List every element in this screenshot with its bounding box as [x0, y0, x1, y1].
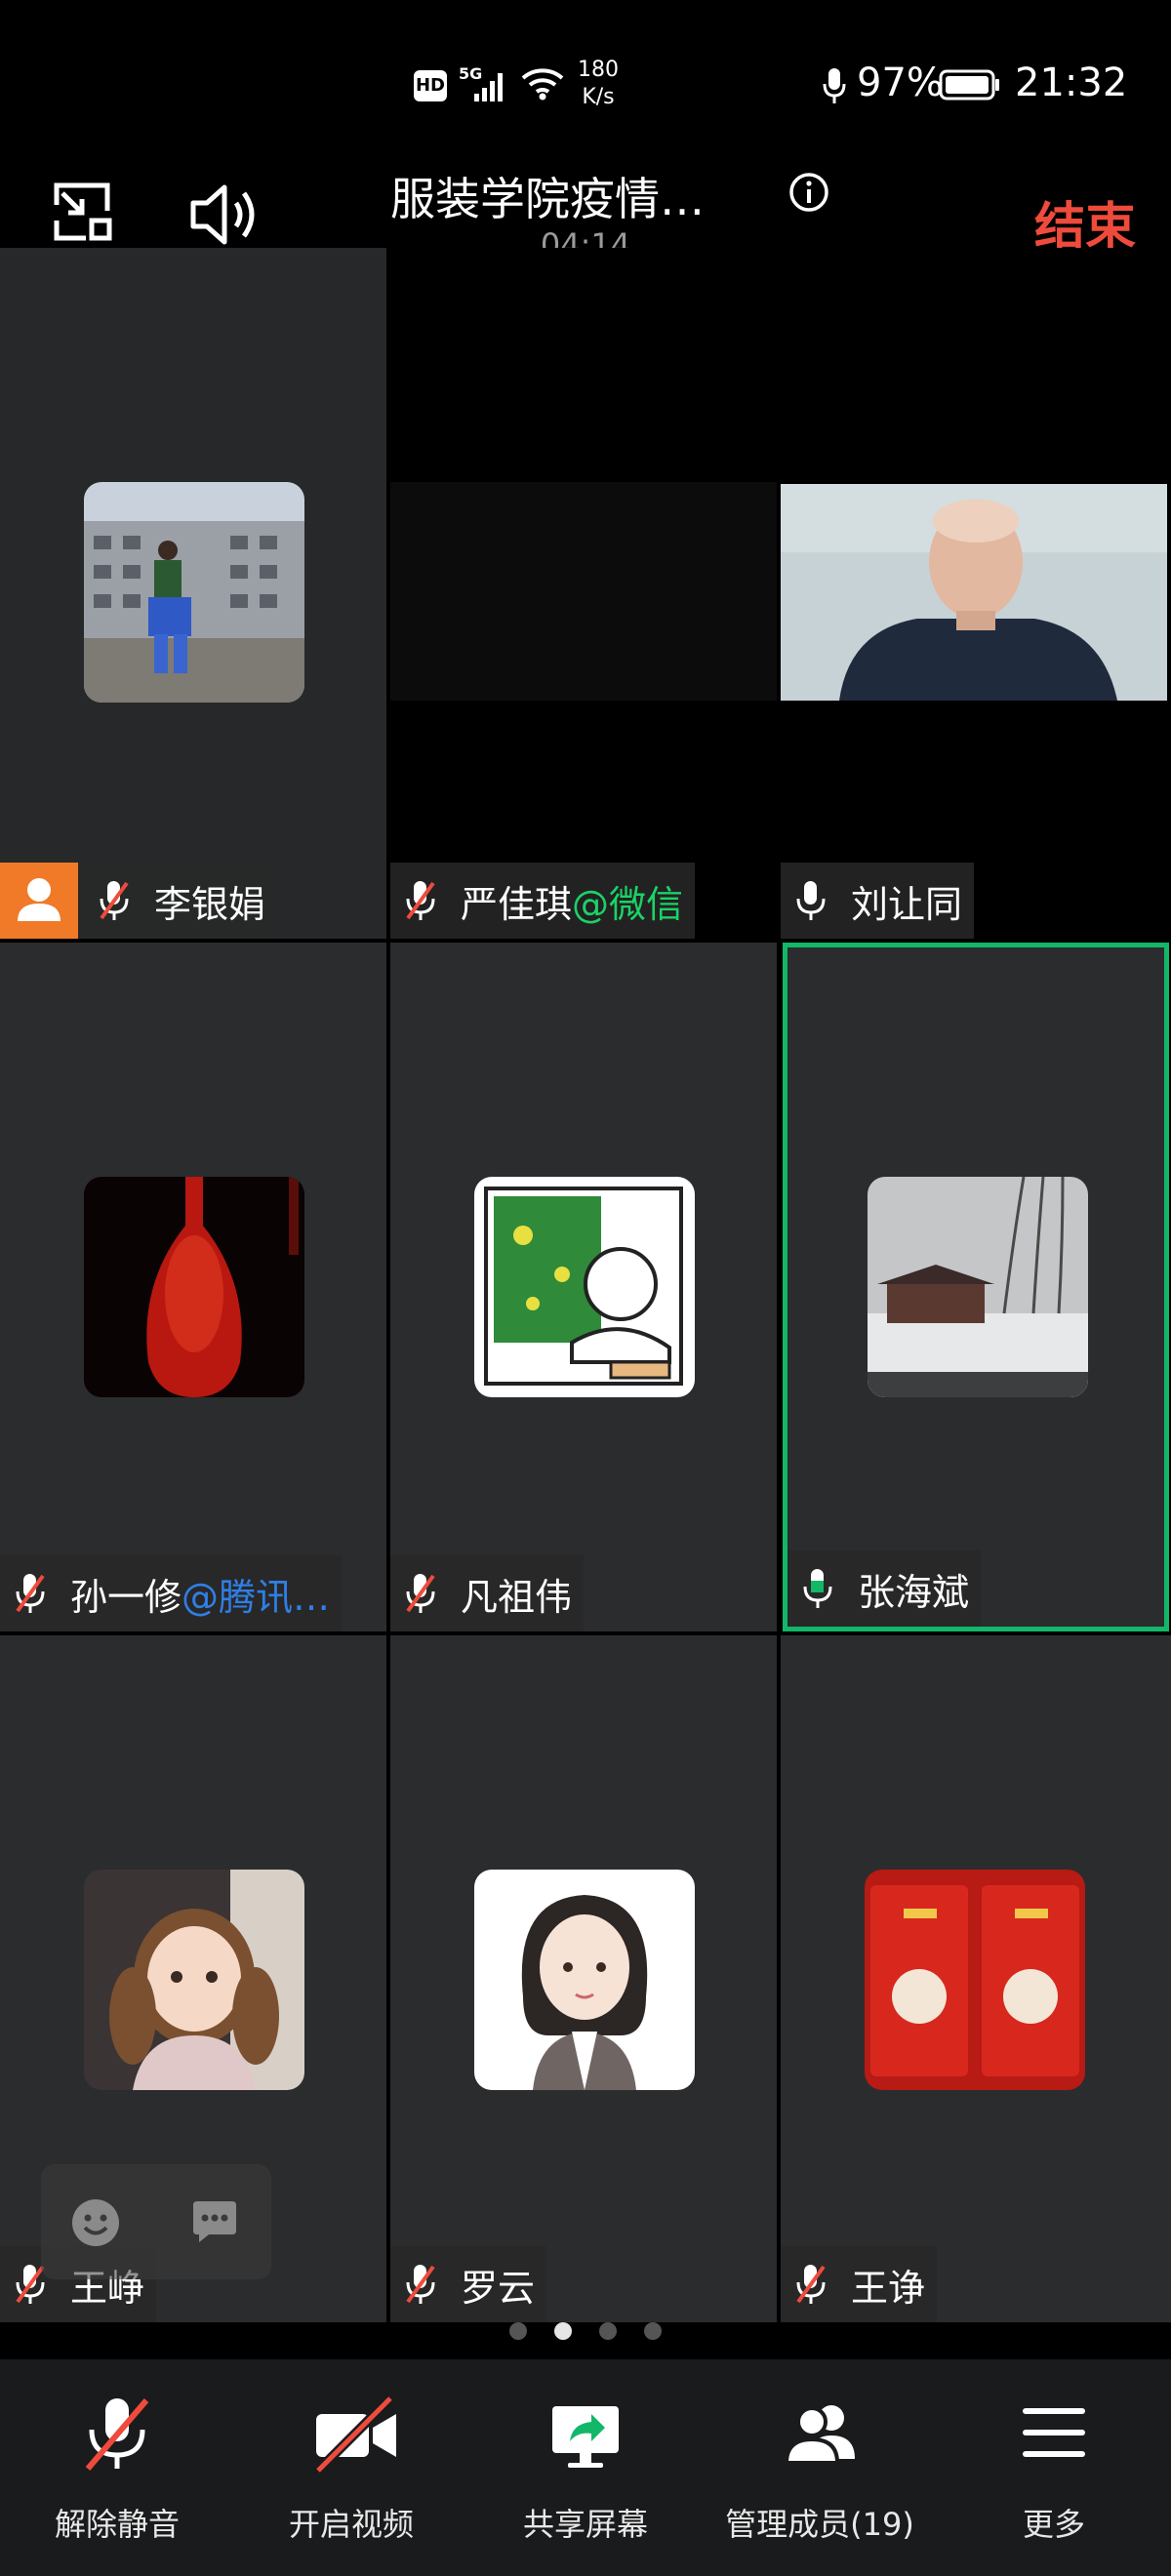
muted-mic-icon — [100, 881, 129, 920]
battery-percent: 97% — [857, 60, 944, 105]
muted-mic-icon — [406, 2265, 435, 2304]
avatar-cartoon-woman — [474, 1870, 695, 2090]
video-off-icon — [314, 2395, 396, 2475]
participant-tile[interactable]: 王诤 — [781, 1635, 1171, 2322]
avatar — [868, 1177, 1088, 1397]
manage-members-label: 管理成员(19) — [725, 2506, 914, 2543]
participant-tile[interactable]: 孙一修 @腾讯… — [0, 943, 386, 1631]
muted-mic-icon — [406, 881, 435, 920]
unmute-label: 解除静音 — [54, 2506, 180, 2543]
members-icon — [784, 2405, 855, 2465]
minimize-button[interactable] — [47, 176, 125, 254]
net-speed-unit: K/s — [582, 85, 615, 109]
muted-mic-icon — [16, 1574, 45, 1613]
participant-name: 罗云 — [461, 2266, 536, 2310]
participant-suffix: @微信 — [572, 882, 684, 926]
avatar-red-bottle — [84, 1177, 304, 1397]
participant-nametag: 张海斌 — [787, 1550, 982, 1627]
avatar — [474, 1177, 695, 1397]
avatar-cartoon-study — [474, 1177, 695, 1397]
avatar-red-envelope — [865, 1870, 1085, 2090]
participant-tile[interactable]: 刘让同 — [781, 248, 1167, 939]
participant-nametag: 凡祖伟 — [390, 1555, 585, 1631]
muted-mic-icon — [796, 2265, 826, 2304]
video-feed — [781, 484, 1167, 701]
avatar-snow-landscape — [868, 1177, 1088, 1397]
microphone-status-icon — [823, 68, 846, 103]
participant-name: 孙一修 — [70, 1575, 182, 1619]
participant-tile[interactable]: 罗云 — [390, 1635, 777, 2322]
avatar — [865, 1870, 1085, 2090]
chat-icon[interactable] — [189, 2199, 240, 2246]
participant-name: 刘让同 — [851, 882, 963, 926]
muted-microphone-icon — [85, 2398, 149, 2471]
more-label: 更多 — [1022, 2506, 1085, 2543]
avatar — [84, 482, 304, 703]
net-speed: 180 K/s — [578, 57, 619, 111]
more-button[interactable]: 更多 — [937, 2359, 1171, 2576]
clock: 21:32 — [1015, 60, 1128, 105]
page-indicator[interactable] — [0, 2322, 1171, 2346]
speaker-button[interactable] — [185, 176, 263, 254]
participant-nametag: 严佳琪 @微信 — [390, 863, 696, 939]
participant-nametag: 刘让同 — [781, 863, 975, 939]
emoji-icon[interactable] — [70, 2197, 121, 2248]
participant-name: 凡祖伟 — [461, 1575, 573, 1619]
avatar — [84, 1870, 304, 2090]
participant-name: 张海斌 — [858, 1570, 970, 1614]
page-dot[interactable] — [644, 2322, 662, 2340]
start-video-label: 开启视频 — [288, 2506, 414, 2543]
muted-mic-icon — [406, 1574, 435, 1613]
meeting-title[interactable]: 服装学院疫情… — [390, 164, 781, 228]
net-speed-value: 180 — [578, 58, 619, 82]
participant-nametag: 罗云 — [390, 2246, 547, 2322]
avatar-photo-building — [84, 482, 304, 703]
avatar-child-photo — [84, 1870, 304, 2090]
avatar — [474, 1870, 695, 2090]
participant-tile[interactable]: 凡祖伟 — [390, 943, 777, 1631]
video-feed-dark — [390, 482, 777, 701]
avatar — [84, 1177, 304, 1397]
reaction-panel — [41, 2164, 271, 2279]
info-icon[interactable] — [788, 172, 829, 213]
page-dot[interactable] — [509, 2322, 527, 2340]
host-badge — [0, 863, 78, 939]
host-person-icon — [18, 878, 61, 921]
participant-nametag: 李银娟 — [84, 863, 278, 939]
mic-icon — [796, 881, 826, 920]
share-screen-label: 共享屏幕 — [522, 2506, 648, 2543]
page-dot-current[interactable] — [554, 2322, 572, 2340]
signal-icon — [474, 73, 503, 101]
participant-nametag: 孙一修 @腾讯… — [0, 1555, 343, 1631]
participant-name: 王诤 — [851, 2266, 926, 2310]
unmute-button[interactable]: 解除静音 — [0, 2359, 234, 2576]
page-dot[interactable] — [599, 2322, 617, 2340]
participant-suffix: @腾讯… — [182, 1575, 331, 1619]
manage-members-button[interactable]: 管理成员(19) — [703, 2359, 937, 2576]
video-person-frame — [781, 484, 1167, 701]
hd-badge: HD — [414, 70, 447, 101]
participant-name: 李银娟 — [154, 882, 266, 926]
speaker-icon — [190, 184, 255, 245]
participant-name: 严佳琪 — [461, 882, 573, 926]
meeting-toolbar: 解除静音 开启视频 共享屏幕 管理成员(19) 更多 — [0, 2359, 1171, 2576]
share-screen-icon — [552, 2406, 619, 2468]
active-speaker-tile[interactable]: 张海斌 — [783, 943, 1169, 1631]
participant-tile[interactable]: 严佳琪 @微信 — [390, 248, 777, 939]
start-video-button[interactable]: 开启视频 — [234, 2359, 468, 2576]
active-mic-icon — [803, 1569, 832, 1608]
participant-nametag: 王诤 — [781, 2246, 938, 2322]
participant-tile[interactable]: 李银娟 — [0, 248, 386, 939]
share-screen-button[interactable]: 共享屏幕 — [468, 2359, 703, 2576]
status-bar: HD 5G 180 K/s 97% 21:32 — [0, 0, 1171, 166]
wifi-icon — [521, 68, 564, 101]
battery-icon — [939, 69, 999, 101]
hamburger-menu-icon — [1023, 2408, 1085, 2457]
minimize-window-icon — [54, 182, 112, 241]
